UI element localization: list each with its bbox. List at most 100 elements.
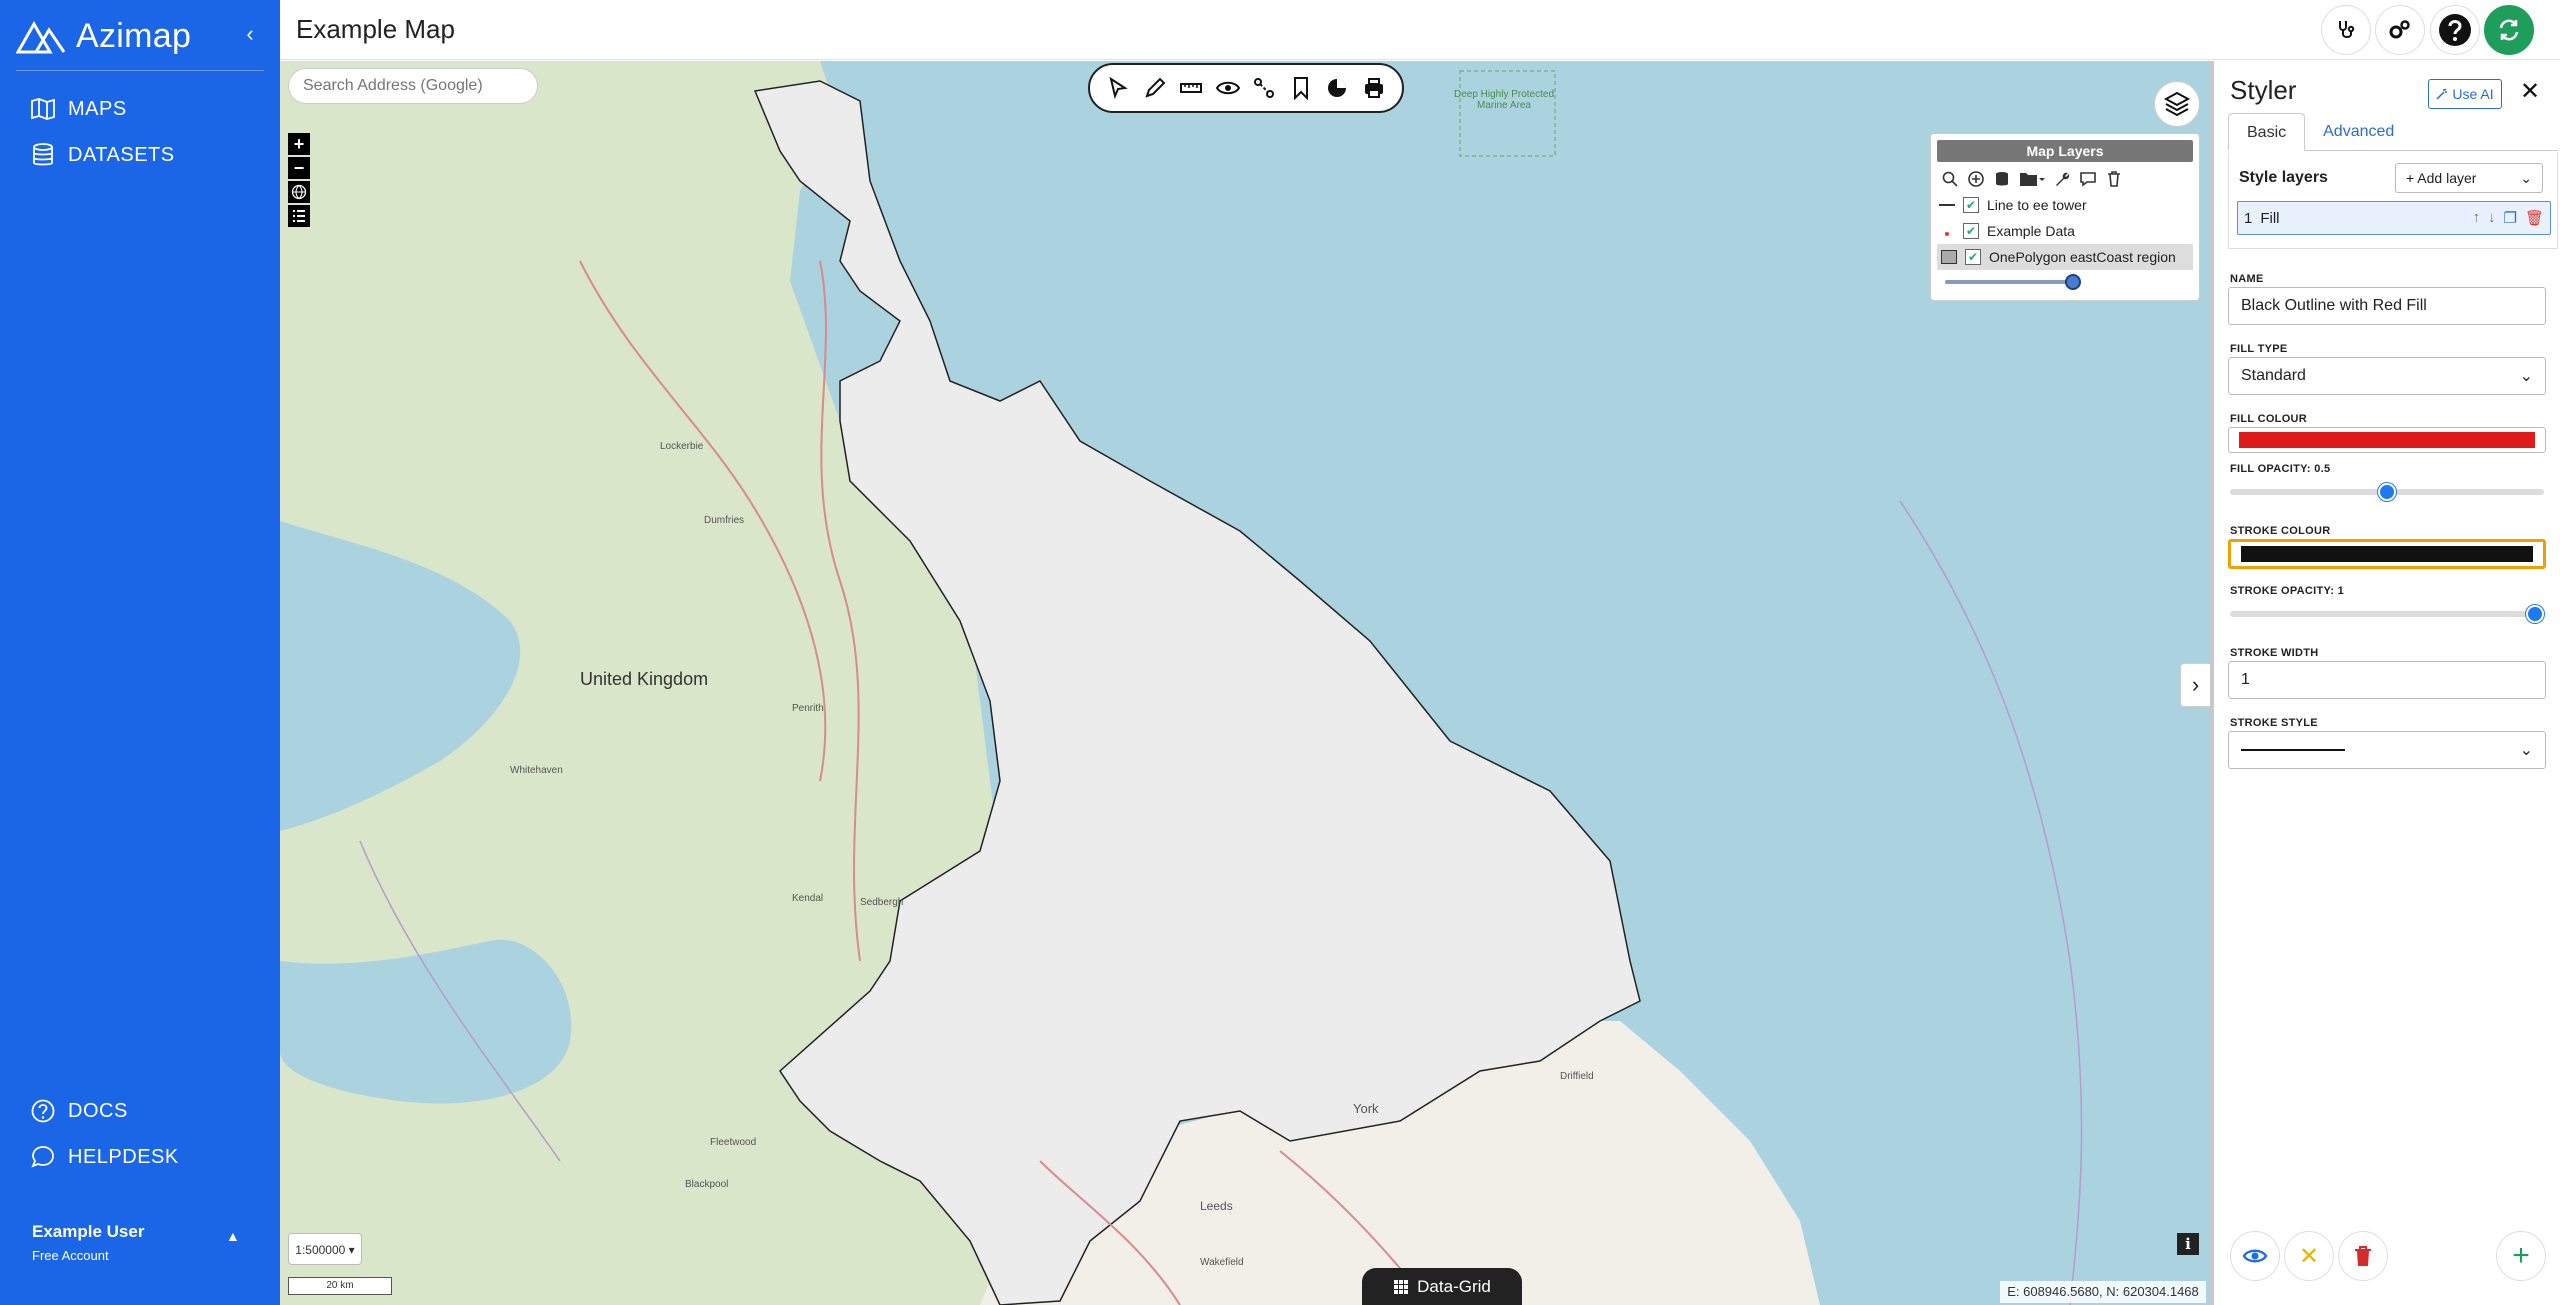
address-search-input[interactable] <box>288 68 538 104</box>
expand-panel-button[interactable]: › <box>2180 663 2210 707</box>
stroke-colour-picker[interactable] <box>2228 539 2546 569</box>
add-style-layer-button[interactable]: + Add layer ⌄ <box>2395 163 2543 193</box>
refresh-button[interactable] <box>2484 5 2534 55</box>
layer-opacity-slider[interactable] <box>1945 274 2081 290</box>
fill-type-label: FILL TYPE <box>2230 343 2288 355</box>
logo[interactable]: Azimap <box>16 14 191 58</box>
slider-handle[interactable] <box>2378 483 2396 501</box>
list-icon <box>293 210 305 222</box>
scale-bar: 20 km <box>288 1277 392 1295</box>
sidebar-item-helpdesk[interactable]: HELPDESK <box>30 1144 179 1170</box>
fill-type-select[interactable]: Standard ⌄ <box>2228 357 2546 395</box>
delete-button[interactable] <box>2338 1231 2388 1281</box>
cursor-icon <box>1109 76 1129 100</box>
chart-tool[interactable] <box>1321 72 1353 104</box>
layer-row-line[interactable]: ✔ Line to ee tower <box>1931 192 2199 218</box>
styler-title: Styler <box>2230 75 2297 105</box>
routing-tool[interactable] <box>1248 72 1280 104</box>
slider-handle[interactable] <box>2526 605 2544 623</box>
chevron-up-icon[interactable]: ▲ <box>226 1228 240 1244</box>
layers-panel-toolbar <box>1931 162 2199 192</box>
wrench-icon[interactable] <box>2053 170 2071 188</box>
trash-icon[interactable] <box>2105 170 2123 188</box>
tab-basic[interactable]: Basic <box>2228 113 2306 151</box>
stroke-colour-swatch <box>2241 546 2533 562</box>
map-icon <box>31 98 55 120</box>
magic-wand-icon <box>2436 88 2448 100</box>
layer-visibility-checkbox[interactable]: ✔ <box>1965 249 1981 265</box>
style-layer-row[interactable]: 1 Fill ↑ ↓ ❐ 🗑 <box>2237 201 2551 235</box>
visibility-tool[interactable] <box>1212 72 1244 104</box>
name-input[interactable]: Black Outline with Red Fill <box>2228 287 2546 325</box>
data-grid-button[interactable]: Data-Grid <box>1362 1268 1522 1305</box>
help-button[interactable] <box>2430 5 2480 55</box>
add-layer-icon[interactable] <box>1967 170 1985 188</box>
azimap-logo-icon <box>16 20 66 54</box>
zoom-in-button[interactable]: + <box>288 133 310 155</box>
layer-visibility-checkbox[interactable]: ✔ <box>1963 223 1979 239</box>
layers-toggle-button[interactable] <box>2154 81 2200 127</box>
map-label-driffield: Driffield <box>1560 1071 1594 1082</box>
use-ai-button[interactable]: Use AI <box>2428 79 2502 109</box>
select-tool[interactable] <box>1102 72 1134 104</box>
map-label-wakefield: Wakefield <box>1200 1257 1244 1268</box>
diagnostics-button[interactable] <box>2321 5 2371 55</box>
search-icon[interactable] <box>1941 170 1959 188</box>
slider-handle[interactable] <box>2065 274 2081 290</box>
zoom-out-button[interactable]: − <box>288 157 310 179</box>
draw-tool[interactable] <box>1139 72 1171 104</box>
stroke-opacity-slider[interactable] <box>2230 605 2544 623</box>
layer-row-points[interactable]: ✔ Example Data <box>1931 218 2199 244</box>
arrow-up-icon[interactable]: ↑ <box>2473 209 2481 227</box>
database-icon[interactable] <box>1993 170 2011 188</box>
sidebar: Azimap ‹ MAPS DATASETS DOCS HELPDESK Exa… <box>0 0 280 1305</box>
trash-icon[interactable]: 🗑 <box>2525 209 2544 227</box>
point-symbol-icon <box>1939 223 1955 239</box>
layer-row-polygon[interactable]: ✔ OnePolygon eastCoast region <box>1937 244 2193 270</box>
scale-select[interactable]: 1:500000 ▾ <box>288 1233 362 1265</box>
sidebar-item-docs[interactable]: DOCS <box>30 1098 128 1124</box>
stroke-width-input[interactable]: 1 <box>2228 661 2546 699</box>
cancel-button[interactable]: ✕ <box>2284 1231 2334 1281</box>
stroke-style-select[interactable]: ⌄ <box>2228 731 2546 769</box>
stroke-colour-label: STROKE COLOUR <box>2230 525 2331 537</box>
settings-button[interactable] <box>2375 5 2425 55</box>
globe-button[interactable] <box>288 181 310 203</box>
coordinate-readout: E: 608946.5680, N: 620304.1468 <box>2000 1281 2206 1303</box>
app-name: Azimap <box>76 16 192 55</box>
tab-advanced[interactable]: Advanced <box>2305 113 2412 151</box>
copy-icon[interactable]: ❐ <box>2504 209 2517 227</box>
sidebar-item-maps[interactable]: MAPS <box>30 96 127 122</box>
map-canvas[interactable]: + − Map Layers <box>280 61 2210 1305</box>
fill-opacity-slider[interactable] <box>2230 483 2544 501</box>
arrow-down-icon[interactable]: ↓ <box>2488 209 2496 227</box>
close-icon[interactable]: ✕ <box>2520 77 2540 106</box>
bookmark-tool[interactable] <box>1285 72 1317 104</box>
measure-tool[interactable] <box>1175 72 1207 104</box>
line-symbol-icon <box>1939 204 1955 206</box>
fill-opacity-label: FILL OPACITY: 0.5 <box>2230 463 2331 475</box>
print-icon <box>1364 78 1383 98</box>
map-layers-panel: Map Layers ✔ Line to ee tower ✔ Example … <box>1930 133 2200 301</box>
style-layer-name: Fill <box>2260 209 2280 227</box>
chevron-down-icon: ⌄ <box>2519 742 2533 759</box>
polygon-symbol-icon <box>1941 250 1957 264</box>
stethoscope-icon <box>2339 21 2355 38</box>
layer-visibility-checkbox[interactable]: ✔ <box>1963 197 1979 213</box>
print-tool[interactable] <box>1358 72 1390 104</box>
refresh-icon <box>2499 19 2519 41</box>
close-icon: ✕ <box>2298 1242 2320 1270</box>
add-button[interactable]: + <box>2496 1231 2546 1281</box>
info-button[interactable]: i <box>2177 1233 2199 1255</box>
fill-colour-picker[interactable] <box>2228 427 2546 453</box>
boundary-line <box>1899 500 2083 1305</box>
add-layer-label: + Add layer <box>2406 170 2477 186</box>
legend-button[interactable] <box>288 205 310 227</box>
map-label-lockerbie: Lockerbie <box>660 441 704 452</box>
sidebar-item-datasets[interactable]: DATASETS <box>30 142 175 168</box>
preview-button[interactable] <box>2230 1231 2280 1281</box>
user-menu[interactable]: Example User Free Account <box>32 1222 144 1263</box>
folder-icon[interactable] <box>2019 170 2045 188</box>
comment-icon[interactable] <box>2079 170 2097 188</box>
collapse-sidebar-button[interactable]: ‹ <box>240 22 260 46</box>
